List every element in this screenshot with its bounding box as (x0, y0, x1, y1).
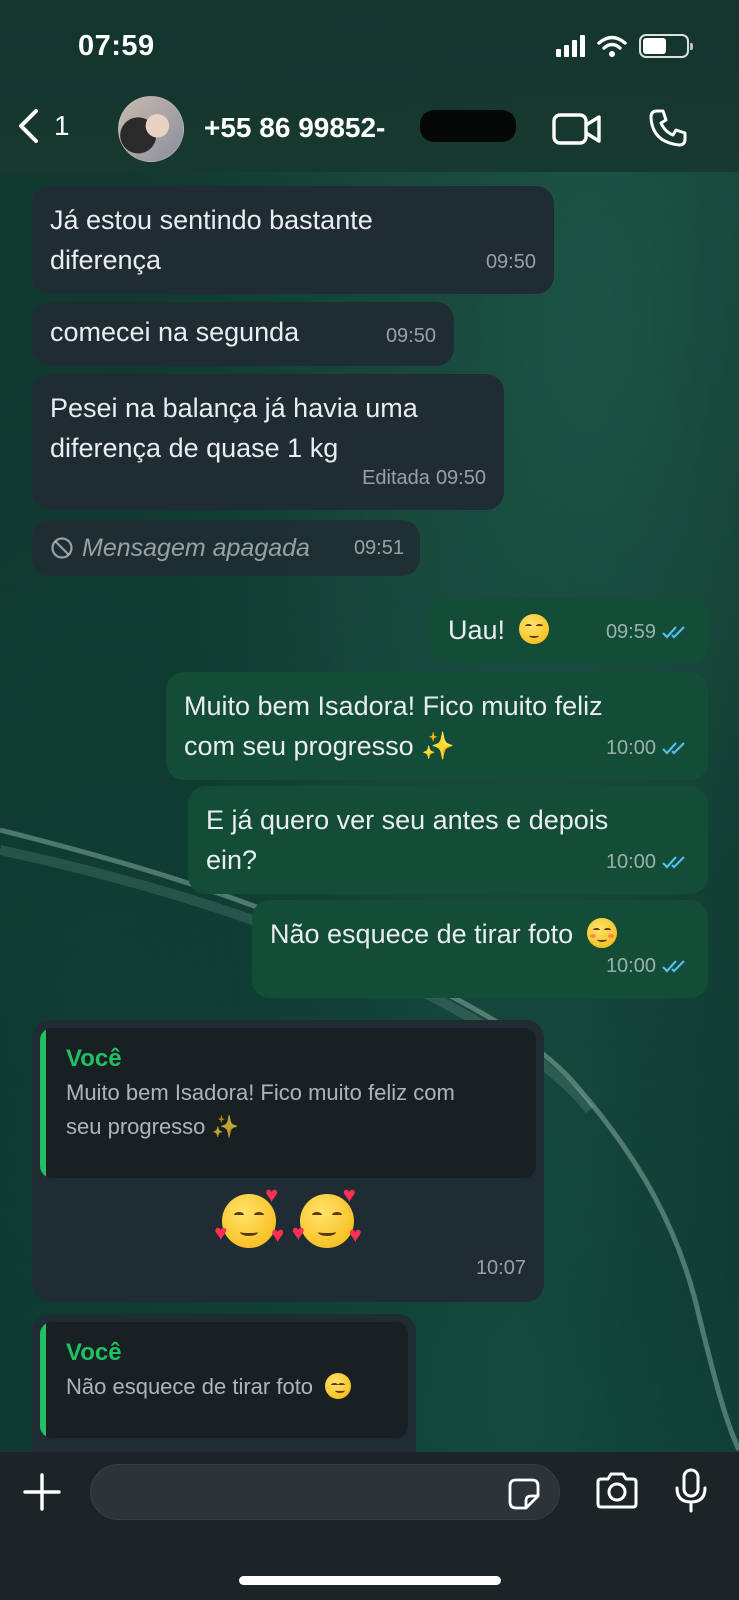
reply-message-bubble[interactable]: Você Muito bem Isadora! Fico muito feliz… (32, 1020, 544, 1302)
home-indicator (239, 1576, 501, 1585)
message-bubble[interactable]: Já estou sentindo bastante diferença 09:… (32, 186, 554, 294)
message-bubble[interactable]: comecei na segunda 09:50 (32, 302, 454, 366)
quote-text: Muito bem Isadora! Fico muito feliz com (66, 1080, 455, 1105)
status-icons (556, 34, 693, 58)
read-ticks-icon (662, 742, 685, 755)
chat-header: 07:59 1 +55 86 99852- (0, 0, 739, 172)
sticker-icon[interactable] (507, 1477, 541, 1511)
deleted-text: Mensagem apagada (82, 534, 310, 562)
back-button[interactable]: 1 (16, 108, 70, 144)
message-text: Pesei na balança já havia uma (50, 393, 418, 423)
signal-icon (556, 35, 585, 57)
message-text: diferença (50, 245, 162, 275)
message-time: 09:51 (353, 537, 404, 559)
relieved-face-emoji-icon (325, 1373, 352, 1399)
microphone-icon[interactable] (674, 1468, 708, 1514)
smiling-hearts-emoji-icon (518, 614, 549, 644)
message-text: Muito bem Isadora! Fico muito feliz (184, 691, 603, 721)
message-time: 09:50 (485, 251, 536, 273)
chat-screen: 07:59 1 +55 86 99852- Já estou sentindo … (0, 0, 739, 1600)
message-meta: 09:50 (386, 316, 436, 356)
message-bubble[interactable]: Pesei na balança já havia uma diferença … (32, 374, 504, 510)
quoted-message[interactable]: Você Não esquece de tirar foto (40, 1322, 408, 1438)
message-text: Uau! (448, 615, 506, 645)
read-ticks-icon (662, 856, 685, 869)
smiling-hearts-emoji-icon: ♥ ♥ ♥ (291, 1182, 362, 1248)
message-meta: Editada 09:50 (362, 458, 486, 498)
read-ticks-icon (662, 960, 685, 973)
emoji-row: ♥ ♥ ♥ ♥ ♥ ♥ (32, 1182, 544, 1259)
message-time: 10:00 (605, 851, 656, 873)
message-bubble[interactable]: E já quero ver seu antes e depois ein? 1… (188, 786, 708, 894)
reply-message-bubble[interactable]: Você Não esquece de tirar foto (32, 1314, 416, 1474)
phone-call-icon[interactable] (648, 108, 688, 148)
message-text: comecei na segunda (50, 317, 300, 347)
message-meta: 10:00 (606, 728, 690, 768)
video-call-icon[interactable] (552, 112, 602, 146)
message-time: 09:59 (605, 621, 656, 643)
message-meta: 10:00 (606, 946, 690, 986)
plus-icon[interactable] (22, 1472, 62, 1512)
message-text: Já estou sentindo bastante (50, 205, 373, 235)
message-time: 09:50 (435, 467, 486, 489)
chevron-left-icon (19, 109, 38, 143)
relieved-face-emoji-icon (586, 918, 617, 948)
camera-icon[interactable] (594, 1472, 640, 1510)
quote-text: Não esquece de tirar foto (66, 1370, 390, 1404)
message-time: 10:00 (605, 955, 656, 977)
read-ticks-icon (662, 626, 685, 639)
message-meta: 09:50 (486, 242, 536, 282)
quote-author: Você (66, 1339, 122, 1366)
contact-avatar[interactable] (118, 96, 184, 162)
battery-icon (639, 34, 693, 58)
quote-author: Você (66, 1045, 122, 1072)
message-meta: 10:00 (606, 842, 690, 882)
quote-text-content: Não esquece de tirar foto (66, 1374, 314, 1399)
message-text: E já quero ver seu antes e depois (206, 805, 609, 835)
wifi-icon (597, 35, 627, 57)
message-meta: 10:07 (476, 1248, 526, 1288)
message-bubble[interactable]: Não esquece de tirar foto 10:00 (252, 900, 708, 998)
smiling-hearts-emoji-icon: ♥ ♥ ♥ (214, 1182, 285, 1248)
composer-bar (0, 1452, 739, 1600)
message-text: Não esquece de tirar foto (270, 919, 574, 949)
message-input[interactable] (111, 1465, 481, 1521)
unread-count: 1 (54, 110, 70, 141)
blocked-icon (51, 537, 73, 559)
message-bubble[interactable]: Muito bem Isadora! Fico muito feliz com … (166, 672, 708, 780)
deleted-message: Mensagem apagada (50, 528, 402, 568)
quote-text: seu progresso ✨ (66, 1114, 239, 1139)
message-meta: 09:51 (354, 528, 404, 568)
message-time: 09:50 (385, 325, 436, 347)
message-time: 10:07 (475, 1257, 526, 1279)
quoted-message[interactable]: Você Muito bem Isadora! Fico muito feliz… (40, 1028, 536, 1178)
message-input-box[interactable] (90, 1464, 560, 1521)
message-time: 10:00 (605, 737, 656, 759)
contact-name[interactable]: +55 86 99852- (204, 112, 385, 144)
edited-label: Editada (362, 467, 430, 489)
status-time: 07:59 (78, 30, 155, 62)
message-meta: 09:59 (606, 612, 690, 652)
deleted-message-bubble[interactable]: Mensagem apagada 09:51 (32, 520, 420, 576)
message-bubble[interactable]: Uau! 09:59 (430, 598, 708, 664)
redaction-mark (420, 110, 516, 142)
